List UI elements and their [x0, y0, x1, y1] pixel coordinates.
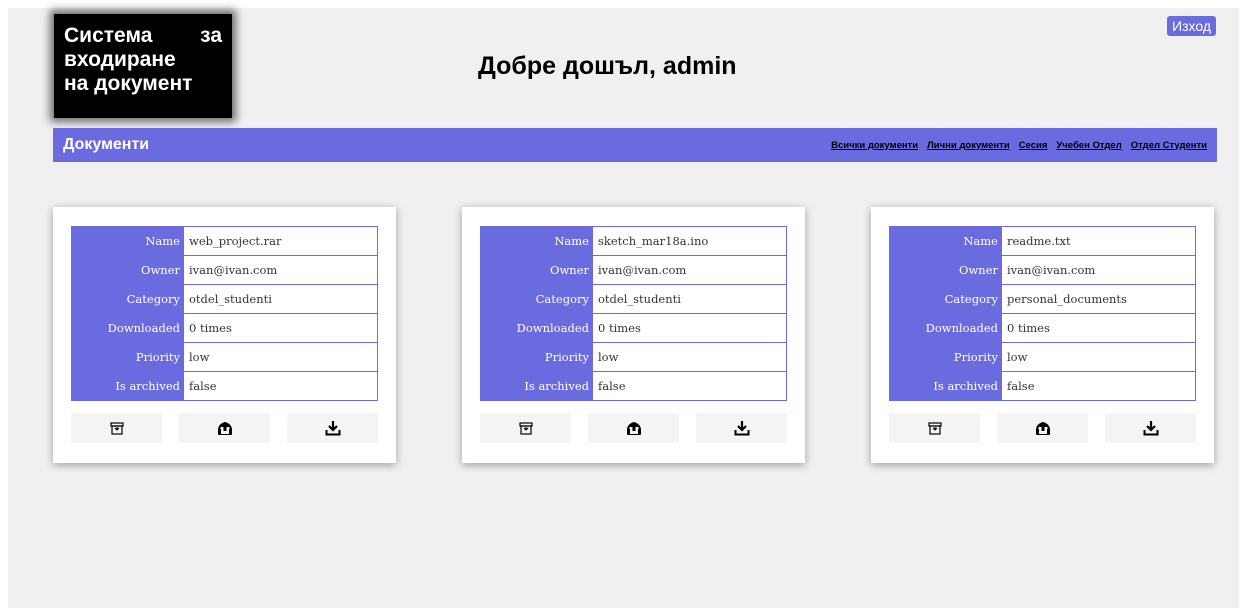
archive-icon: [927, 421, 942, 435]
owner-value: ivan@ivan.com: [184, 255, 378, 285]
downloaded-value: 0 times: [1002, 313, 1196, 343]
downloaded-label: Downloaded: [71, 313, 184, 343]
priority-label: Priority: [889, 342, 1002, 372]
nav-links: Всички документи Лични документи Сесия У…: [831, 140, 1207, 151]
nav-link-study-department[interactable]: Учебен Отдел: [1056, 140, 1121, 151]
archive-button[interactable]: [889, 413, 980, 443]
downloaded-value: 0 times: [184, 313, 378, 343]
archived-value: false: [184, 371, 378, 401]
table-row: Owner ivan@ivan.com: [71, 255, 378, 285]
nav-link-session[interactable]: Сесия: [1019, 140, 1048, 151]
name-label: Name: [480, 226, 593, 256]
archive-icon: [109, 421, 124, 435]
archived-label: Is archived: [71, 371, 184, 401]
table-row: Priority low: [71, 342, 378, 372]
owner-label: Owner: [889, 255, 1002, 285]
archived-value: false: [593, 371, 787, 401]
table-row: Downloaded 0 times: [480, 313, 787, 343]
download-icon: [325, 421, 340, 436]
logo-line1-word1: Система: [64, 24, 153, 47]
document-details-table: Name web_project.rar Owner ivan@ivan.com C…: [71, 226, 378, 401]
priority-value: low: [184, 342, 378, 372]
upload-button[interactable]: [588, 413, 679, 443]
category-label: Category: [71, 284, 184, 314]
priority-value: low: [1002, 342, 1196, 372]
document-card: Name sketch_mar18a.ino Owner ivan@ivan.com…: [462, 207, 805, 463]
table-row: Priority low: [889, 342, 1196, 372]
card-actions: [480, 413, 787, 443]
download-button[interactable]: [1105, 413, 1196, 443]
download-button[interactable]: [696, 413, 787, 443]
navbar-title: Документи: [63, 136, 150, 153]
table-row: Name readme.txt: [889, 226, 1196, 256]
table-row: Is archived false: [889, 371, 1196, 401]
document-details-table: Name sketch_mar18a.ino Owner ivan@ivan.com…: [480, 226, 787, 401]
owner-value: ivan@ivan.com: [593, 255, 787, 285]
table-row: Name web_project.rar: [71, 226, 378, 256]
upload-icon: [626, 421, 641, 435]
document-card: Name web_project.rar Owner ivan@ivan.com C…: [53, 207, 396, 463]
table-row: Category personal_documents: [889, 284, 1196, 314]
archive-button[interactable]: [480, 413, 571, 443]
download-button[interactable]: [287, 413, 378, 443]
priority-value: low: [593, 342, 787, 372]
upload-icon: [217, 421, 232, 435]
logo-line2: входиране: [64, 48, 176, 71]
table-row: Owner ivan@ivan.com: [480, 255, 787, 285]
category-value: personal_documents: [1002, 284, 1196, 314]
downloaded-value: 0 times: [593, 313, 787, 343]
table-row: Owner ivan@ivan.com: [889, 255, 1196, 285]
upload-icon: [1035, 421, 1050, 435]
downloaded-label: Downloaded: [480, 313, 593, 343]
name-label: Name: [71, 226, 184, 256]
page-background: Система за входиране на документ Добре д…: [8, 8, 1239, 608]
card-actions: [889, 413, 1196, 443]
document-card: Name readme.txt Owner ivan@ivan.com Catego…: [871, 207, 1214, 463]
name-value: sketch_mar18a.ino: [593, 226, 787, 256]
download-icon: [1143, 421, 1158, 436]
archived-value: false: [1002, 371, 1196, 401]
table-row: Downloaded 0 times: [889, 313, 1196, 343]
table-row: Priority low: [480, 342, 787, 372]
table-row: Is archived false: [480, 371, 787, 401]
priority-label: Priority: [480, 342, 593, 372]
table-row: Is archived false: [71, 371, 378, 401]
priority-label: Priority: [71, 342, 184, 372]
page-title: Добре дошъл, admin: [478, 52, 737, 80]
archived-label: Is archived: [889, 371, 1002, 401]
nav-link-all-documents[interactable]: Всички документи: [831, 140, 918, 151]
card-actions: [71, 413, 378, 443]
upload-button[interactable]: [179, 413, 270, 443]
logo-line3: на документ: [64, 72, 193, 95]
nav-link-student-department[interactable]: Отдел Студенти: [1131, 140, 1207, 151]
document-details-table: Name readme.txt Owner ivan@ivan.com Catego…: [889, 226, 1196, 401]
downloaded-label: Downloaded: [889, 313, 1002, 343]
nav-link-personal-documents[interactable]: Лични документи: [927, 140, 1010, 151]
archive-button[interactable]: [71, 413, 162, 443]
navigation-bar: Документи Всички документи Лични докумен…: [53, 128, 1217, 162]
archive-icon: [518, 421, 533, 435]
category-value: otdel_studenti: [593, 284, 787, 314]
owner-value: ivan@ivan.com: [1002, 255, 1196, 285]
name-value: web_project.rar: [184, 226, 378, 256]
table-row: Name sketch_mar18a.ino: [480, 226, 787, 256]
category-label: Category: [889, 284, 1002, 314]
logo-line1-word2: за: [200, 24, 222, 47]
table-row: Downloaded 0 times: [71, 313, 378, 343]
upload-button[interactable]: [997, 413, 1088, 443]
download-icon: [734, 421, 749, 436]
table-row: Category otdel_studenti: [480, 284, 787, 314]
category-value: otdel_studenti: [184, 284, 378, 314]
name-label: Name: [889, 226, 1002, 256]
owner-label: Owner: [71, 255, 184, 285]
table-row: Category otdel_studenti: [71, 284, 378, 314]
archived-label: Is archived: [480, 371, 593, 401]
logout-button[interactable]: Изход: [1167, 16, 1216, 36]
category-label: Category: [480, 284, 593, 314]
owner-label: Owner: [480, 255, 593, 285]
app-logo: Система за входиране на документ: [54, 14, 232, 118]
name-value: readme.txt: [1002, 226, 1196, 256]
